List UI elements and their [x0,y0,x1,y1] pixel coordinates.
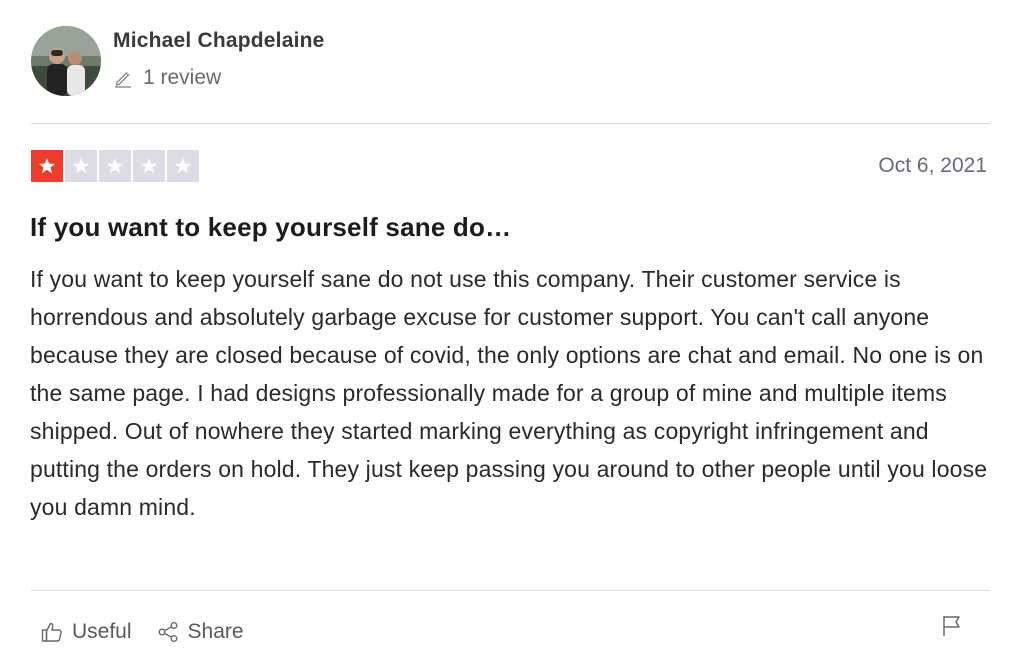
star-rating [31,150,199,182]
star-empty-icon [65,150,97,182]
pencil-icon [113,68,133,88]
useful-label: Useful [72,620,132,643]
flag-icon [941,614,963,638]
reviewer-name[interactable]: Michael Chapdelaine [113,29,325,53]
useful-button[interactable]: Useful [40,620,132,644]
share-label: Share [187,620,244,643]
report-button[interactable] [941,614,963,638]
review-count-label: 1 review [143,66,222,89]
star-empty-icon [167,150,199,182]
review-date: Oct 6, 2021 [878,154,987,177]
footer-divider [31,590,990,591]
star-empty-icon [99,150,131,182]
review-count: 1 review [113,66,221,90]
share-button[interactable]: Share [156,620,244,644]
avatar[interactable] [31,26,101,96]
header-divider [31,123,990,124]
share-icon [156,620,180,644]
review-title[interactable]: If you want to keep yourself sane do… [30,212,511,243]
star-filled-icon [31,150,63,182]
review-body: If you want to keep yourself sane do not… [30,266,988,520]
thumbs-up-icon [40,620,64,644]
review-actions: Useful Share [40,620,244,644]
star-empty-icon [133,150,165,182]
